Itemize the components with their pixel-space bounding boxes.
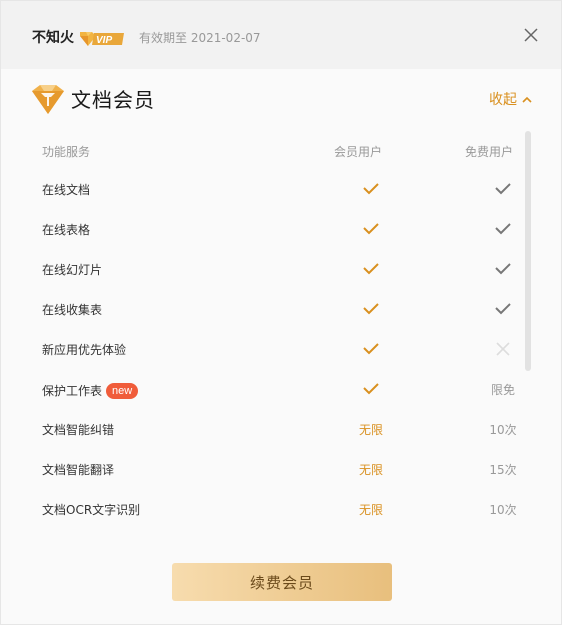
check-icon bbox=[363, 223, 379, 235]
member-cell bbox=[351, 179, 391, 199]
collapse-button[interactable]: 收起 bbox=[489, 90, 533, 110]
member-cell bbox=[351, 299, 391, 319]
check-icon bbox=[495, 303, 511, 315]
member-value: 无限 bbox=[358, 502, 383, 517]
feature-label: 保护工作表 bbox=[42, 383, 103, 398]
table-row: 文档智能纠错 无限 10次 bbox=[1, 411, 521, 451]
feature-label: 在线幻灯片 bbox=[42, 263, 103, 277]
member-cell bbox=[351, 259, 391, 279]
free-cell bbox=[483, 299, 523, 319]
renew-membership-button[interactable]: 续费会员 bbox=[172, 563, 392, 601]
column-header-free: 免费用户 bbox=[465, 145, 514, 159]
table-row: 在线文档 bbox=[1, 171, 521, 211]
free-cell bbox=[483, 179, 523, 199]
chevron-up-icon bbox=[522, 96, 532, 103]
expiry-date: 有效期至 2021-02-07 bbox=[139, 31, 261, 45]
new-badge: new bbox=[106, 383, 139, 399]
member-cell: 无限 bbox=[351, 459, 391, 479]
free-cell bbox=[483, 339, 523, 359]
feature-label: 在线表格 bbox=[42, 223, 91, 237]
user-name: 不知火 bbox=[32, 30, 74, 46]
feature-label: 新应用优先体验 bbox=[42, 343, 127, 357]
member-cell: 无限 bbox=[351, 419, 391, 439]
check-icon bbox=[363, 383, 379, 395]
member-cell bbox=[351, 339, 391, 359]
feature-name: 在线表格 bbox=[42, 223, 90, 238]
feature-name: 新应用优先体验 bbox=[42, 343, 126, 358]
feature-label: 文档OCR文字识别 bbox=[42, 503, 141, 517]
free-cell: 10次 bbox=[483, 499, 523, 519]
feature-table: 在线文档在线表格在线幻灯片在线收集表新应用优先体验 保护工作表 new 限免文档智能纠… bbox=[1, 171, 521, 531]
feature-name: 在线收集表 bbox=[42, 303, 102, 318]
free-cell: 限免 bbox=[483, 379, 523, 399]
check-icon bbox=[363, 343, 379, 355]
column-header-member: 会员用户 bbox=[334, 145, 383, 159]
table-row: 新应用优先体验 bbox=[1, 331, 521, 371]
free-value: 10次 bbox=[489, 502, 517, 517]
vip-label: VIP bbox=[96, 35, 112, 46]
table-row: 文档智能翻译 无限 15次 bbox=[1, 451, 521, 491]
check-icon bbox=[495, 263, 511, 275]
free-cell bbox=[483, 259, 523, 279]
feature-label: 在线文档 bbox=[42, 183, 91, 197]
scrollbar[interactable] bbox=[525, 131, 531, 371]
free-value: 10次 bbox=[489, 422, 517, 437]
vip-badge-icon: VIP bbox=[80, 32, 124, 46]
check-icon bbox=[363, 303, 379, 315]
close-icon[interactable] bbox=[521, 25, 541, 45]
feature-label: 在线收集表 bbox=[42, 303, 103, 317]
check-icon bbox=[495, 223, 511, 235]
table-row: 在线收集表 bbox=[1, 291, 521, 331]
column-header-feature: 功能服务 bbox=[42, 145, 91, 159]
feature-name: 保护工作表 new bbox=[42, 383, 139, 399]
table-row: 在线幻灯片 bbox=[1, 251, 521, 291]
check-icon bbox=[363, 183, 379, 195]
membership-dialog: 不知火 VIP 有效期至 2021-02-07 文档会员 收起 功能服务 会员用… bbox=[0, 0, 562, 625]
free-cell: 15次 bbox=[483, 459, 523, 479]
dialog-header: 不知火 VIP 有效期至 2021-02-07 bbox=[1, 1, 561, 69]
diamond-logo-icon bbox=[32, 85, 64, 114]
table-row: 保护工作表 new 限免 bbox=[1, 371, 521, 411]
free-value: 15次 bbox=[489, 462, 517, 477]
feature-label: 文档智能纠错 bbox=[42, 423, 115, 437]
feature-name: 文档智能纠错 bbox=[42, 423, 114, 438]
table-row: 文档OCR文字识别 无限 10次 bbox=[1, 491, 521, 531]
collapse-label: 收起 bbox=[489, 92, 517, 108]
section-title: 文档会员 bbox=[71, 88, 155, 112]
check-icon bbox=[363, 263, 379, 275]
member-cell bbox=[351, 219, 391, 239]
member-value: 无限 bbox=[358, 422, 383, 437]
check-icon bbox=[495, 183, 511, 195]
free-cell: 10次 bbox=[483, 419, 523, 439]
table-row: 在线表格 bbox=[1, 211, 521, 251]
member-value: 无限 bbox=[358, 462, 383, 477]
cross-icon bbox=[496, 342, 510, 356]
feature-name: 在线文档 bbox=[42, 183, 90, 198]
feature-name: 文档OCR文字识别 bbox=[42, 503, 140, 518]
free-value: 限免 bbox=[490, 382, 515, 397]
feature-label: 文档智能翻译 bbox=[42, 463, 115, 477]
free-cell bbox=[483, 219, 523, 239]
member-cell: 无限 bbox=[351, 499, 391, 519]
feature-name: 文档智能翻译 bbox=[42, 463, 114, 478]
feature-name: 在线幻灯片 bbox=[42, 263, 102, 278]
member-cell bbox=[351, 379, 391, 399]
